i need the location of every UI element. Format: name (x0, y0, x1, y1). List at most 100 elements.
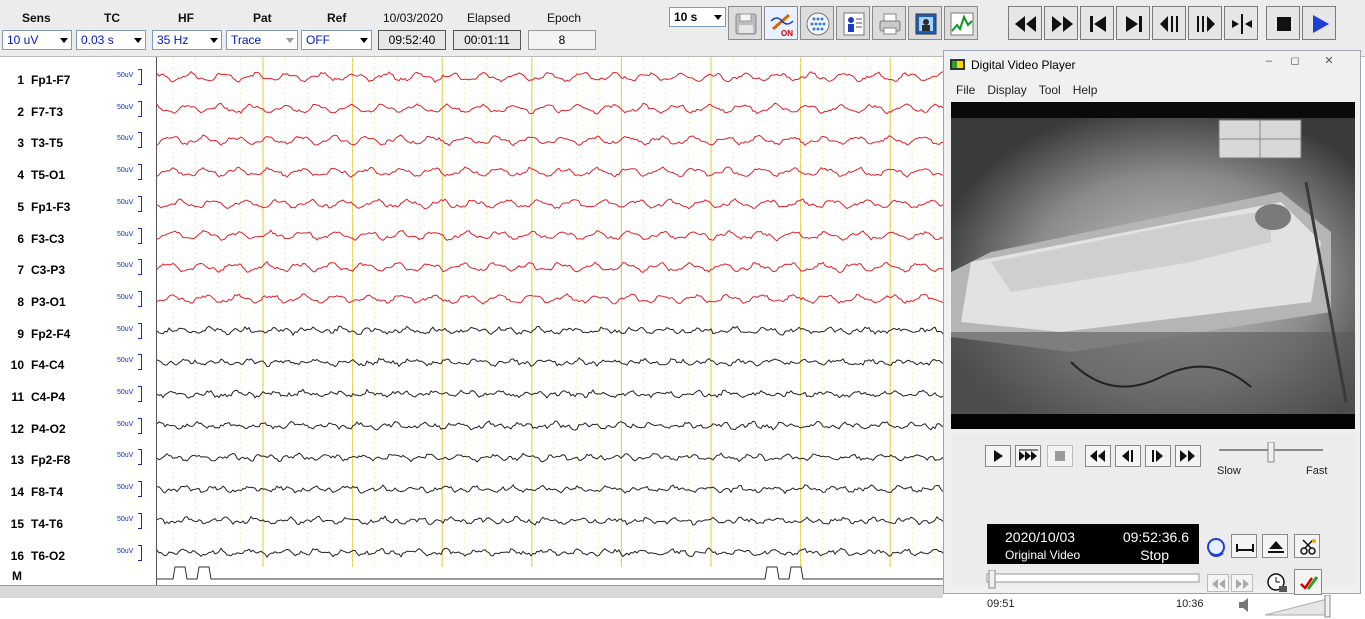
channel-row-2[interactable]: 2 F7-T3 50uV (0, 101, 156, 121)
channel-row-13[interactable]: 13 Fp2-F8 50uV (0, 449, 156, 469)
mark-end-button[interactable] (1262, 534, 1288, 558)
calibration-bar (138, 101, 142, 117)
menu-display[interactable]: Display (987, 81, 1026, 99)
channel-row-11[interactable]: 11 C4-P4 50uV (0, 386, 156, 406)
eeg-trace-11 (157, 389, 943, 398)
video-state: Stop (1140, 547, 1169, 563)
print-button[interactable] (872, 6, 906, 40)
channel-number: 5 (4, 200, 24, 214)
chevron-down-icon (210, 38, 218, 43)
channel-row-1[interactable]: 1 Fp1-F7 50uV (0, 69, 156, 89)
channel-row-16[interactable]: 16 T6-O2 50uV (0, 545, 156, 565)
ref-select[interactable]: OFF (301, 30, 372, 50)
fast-back-button[interactable] (1008, 6, 1042, 40)
record-on-button[interactable]: ON (764, 6, 798, 40)
vp-step-back-button[interactable] (1115, 445, 1141, 467)
calibration-label: 50uV (117, 421, 133, 428)
play-button[interactable] (1302, 6, 1336, 40)
disk-icon (733, 11, 759, 37)
annotate-button[interactable] (1294, 569, 1322, 595)
calibration-label: 50uV (117, 135, 133, 142)
maximize-button[interactable]: ◻ (1282, 53, 1308, 69)
step-back-button[interactable] (1152, 6, 1186, 40)
calibration-label: 50uV (117, 357, 133, 364)
channel-row-4[interactable]: 4 T5-O1 50uV (0, 164, 156, 184)
waveform-chart-icon (949, 11, 975, 37)
cut-video-button[interactable] (1294, 534, 1320, 558)
channel-name: T6-O2 (31, 549, 65, 563)
video-player-titlebar[interactable]: Digital Video Player – ◻ ✕ (944, 51, 1360, 79)
montage-button[interactable] (800, 6, 834, 40)
channel-name: T3-T5 (31, 136, 63, 150)
channel-row-9[interactable]: 9 Fp2-F4 50uV (0, 323, 156, 343)
go-start-button[interactable] (1080, 6, 1114, 40)
hf-header: HF (178, 11, 194, 25)
hf-select[interactable]: 35 Hz (152, 30, 222, 50)
next-segment-button[interactable] (1231, 574, 1253, 592)
pat-select[interactable]: Trace (226, 30, 298, 50)
patient-info-button[interactable] (836, 6, 870, 40)
channel-row-5[interactable]: 5 Fp1-F3 50uV (0, 196, 156, 216)
mark-start-button[interactable] (1231, 534, 1257, 558)
timer-button[interactable] (1263, 569, 1291, 595)
chevron-down-icon (286, 38, 294, 43)
channel-row-3[interactable]: 3 T3-T5 50uV (0, 132, 156, 152)
eeg-trace-8 (157, 294, 943, 304)
sens-select[interactable]: 10 uV (2, 30, 72, 50)
stop-button[interactable] (1266, 6, 1300, 40)
eeg-trace-10 (157, 358, 943, 367)
save-button[interactable] (728, 6, 762, 40)
vp-step-forward-button[interactable] (1145, 445, 1171, 467)
eeg-trace-5 (157, 199, 943, 209)
channel-row-7[interactable]: 7 C3-P3 50uV (0, 259, 156, 279)
vp-stop-button[interactable] (1047, 445, 1073, 467)
channel-name: T4-T6 (31, 517, 63, 531)
speaker-icon[interactable] (1237, 597, 1253, 613)
video-button[interactable] (908, 6, 942, 40)
analysis-button[interactable] (944, 6, 978, 40)
stop-icon (1051, 449, 1069, 463)
vp-fast-play-button[interactable] (1015, 445, 1041, 467)
channel-number: 3 (4, 136, 24, 150)
prev-segment-button[interactable] (1207, 574, 1229, 592)
time-display: 09:52:40 (378, 30, 446, 50)
tc-header: TC (104, 11, 120, 25)
channel-name: Fp2-F8 (31, 453, 70, 467)
tc-select[interactable]: 0.03 s (76, 30, 146, 50)
channel-row-12[interactable]: 12 P4-O2 50uV (0, 418, 156, 438)
channel-name: F3-C3 (31, 232, 64, 246)
fast-play-icon (1019, 449, 1039, 463)
ref-value: OFF (306, 33, 330, 47)
vp-rewind-button[interactable] (1085, 445, 1111, 467)
menu-file[interactable]: File (956, 81, 975, 99)
speed-slow-label: Slow (1217, 465, 1241, 477)
page-length-select[interactable]: 10 s (669, 7, 726, 27)
chevron-down-icon (134, 38, 142, 43)
sens-header: Sens (22, 11, 51, 25)
double-right-icon (1235, 578, 1251, 590)
fast-forward-icon (1179, 449, 1197, 463)
eeg-traces[interactable] (157, 57, 943, 585)
channel-row-6[interactable]: 6 F3-C3 50uV (0, 228, 156, 248)
video-player-window[interactable]: Digital Video Player – ◻ ✕ File Display To… (943, 50, 1361, 594)
minimize-button[interactable]: – (1256, 53, 1282, 69)
channel-number: 4 (4, 168, 24, 182)
volume-slider[interactable] (1263, 595, 1333, 619)
video-position-slider[interactable] (985, 570, 1203, 592)
rewind-icon (1089, 449, 1107, 463)
sync-button[interactable] (1203, 534, 1225, 558)
channel-row-10[interactable]: 10 F4-C4 50uV (0, 354, 156, 374)
split-button[interactable] (1224, 6, 1258, 40)
fast-forward-button[interactable] (1044, 6, 1078, 40)
go-end-button[interactable] (1116, 6, 1150, 40)
step-forward-button[interactable] (1188, 6, 1222, 40)
channel-row-15[interactable]: 15 T4-T6 50uV (0, 513, 156, 533)
menu-tool[interactable]: Tool (1039, 81, 1061, 99)
close-button[interactable]: ✕ (1316, 53, 1342, 69)
channel-row-8[interactable]: 8 P3-O1 50uV (0, 291, 156, 311)
video-frame[interactable] (951, 102, 1355, 429)
channel-row-14[interactable]: 14 F8-T4 50uV (0, 481, 156, 501)
menu-help[interactable]: Help (1073, 81, 1098, 99)
vp-fast-forward-button[interactable] (1175, 445, 1201, 467)
vp-play-button[interactable] (985, 445, 1011, 467)
